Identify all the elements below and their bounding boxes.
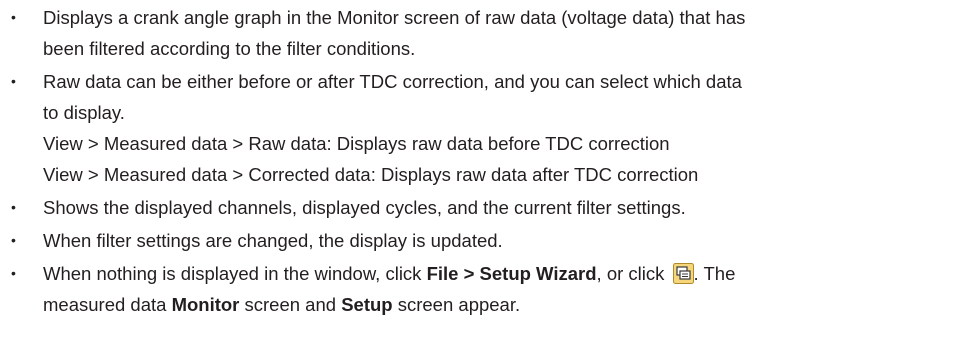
text-line: been filtered according to the filter co… — [43, 38, 416, 59]
menu-path-corrected-data: View > Measured data > Corrected data: D… — [43, 164, 699, 185]
bullet-marker: • — [11, 265, 16, 281]
bullet-item-2: • Raw data can be either before or after… — [0, 66, 965, 190]
text-run: . The — [693, 263, 736, 284]
text-line: When filter settings are changed, the di… — [43, 230, 503, 251]
setup-wizard-icon — [672, 262, 694, 284]
bullet-marker: • — [11, 232, 16, 248]
bullet-marker: • — [11, 73, 16, 89]
text-line: Displays a crank angle graph in the Moni… — [43, 7, 746, 28]
bullet-marker: • — [11, 9, 16, 25]
menu-path-raw-data: View > Measured data > Raw data: Display… — [43, 133, 670, 154]
text-run: , or click — [596, 263, 670, 284]
bullet-list: • Displays a crank angle graph in the Mo… — [0, 2, 965, 320]
text-run: screen and — [239, 294, 342, 315]
text-line: Raw data can be either before or after T… — [43, 71, 742, 92]
bullet-item-4: • When filter settings are changed, the … — [0, 225, 965, 256]
bullet-item-3: • Shows the displayed channels, displaye… — [0, 192, 965, 223]
bullet-item-1: • Displays a crank angle graph in the Mo… — [0, 2, 965, 64]
document-page: • Displays a crank angle graph in the Mo… — [0, 0, 965, 346]
bullet-item-5: • When nothing is displayed in the windo… — [0, 258, 965, 320]
text-line: When nothing is displayed in the window,… — [43, 258, 965, 289]
text-line: measured data Monitor screen and Setup s… — [43, 289, 965, 320]
text-run: When nothing is displayed in the window,… — [43, 263, 427, 284]
text-line: Shows the displayed channels, displayed … — [43, 197, 686, 218]
text-line: to display. — [43, 102, 125, 123]
menu-command-file-setup-wizard: File > Setup Wizard — [426, 263, 597, 284]
text-run: screen appear. — [392, 294, 521, 315]
setup-screen-label: Setup — [341, 294, 393, 315]
bullet-marker: • — [11, 199, 16, 215]
monitor-screen-label: Monitor — [171, 294, 240, 315]
text-run: measured data — [43, 294, 172, 315]
